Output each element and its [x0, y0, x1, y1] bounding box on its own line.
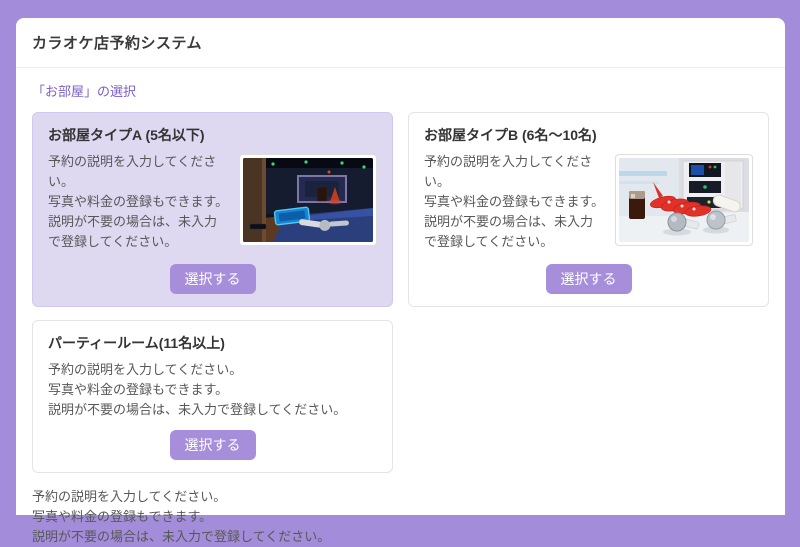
- room-card-title: パーティールーム(11名以上): [48, 333, 377, 353]
- room-cards-row-2: パーティールーム(11名以上) 予約の説明を入力してください。 写真や料金の登録…: [32, 320, 769, 473]
- page-title: カラオケ店予約システム: [32, 32, 202, 53]
- room-card-title: お部屋タイプA (5名以下): [48, 125, 377, 145]
- room-cards-row-1: お部屋タイプA (5名以下): [32, 112, 769, 307]
- page-background: { "app": { "title": "カラオケ店予約システム" }, "se…: [0, 0, 800, 515]
- room-selection-heading: 「お部屋」の選択: [32, 81, 769, 100]
- karaoke-room-photo: [243, 158, 373, 242]
- app-header: カラオケ店予約システム: [16, 18, 785, 68]
- room-b-photo-frame: [615, 154, 753, 246]
- select-room-b-button[interactable]: 選択する: [546, 264, 632, 294]
- karaoke-mics-photo: [619, 158, 749, 242]
- room-card-title: お部屋タイプB (6名〜10名): [424, 125, 753, 145]
- content-area: 「お部屋」の選択 お部屋タイプA (5名以下): [16, 68, 785, 547]
- main-panel: カラオケ店予約システム 「お部屋」の選択 お部屋タイプA (5名以下): [16, 18, 785, 515]
- select-party-room-button[interactable]: 選択する: [170, 430, 256, 460]
- room-card-type-b: お部屋タイプB (6名〜10名): [408, 112, 769, 307]
- button-row: 選択する: [48, 254, 377, 294]
- button-row: 選択する: [424, 254, 753, 294]
- select-room-a-button[interactable]: 選択する: [170, 264, 256, 294]
- room-card-description: 予約の説明を入力してください。 写真や料金の登録もできます。 説明が不要の場合は…: [48, 360, 377, 420]
- room-card-party: パーティールーム(11名以上) 予約の説明を入力してください。 写真や料金の登録…: [32, 320, 393, 473]
- room-a-photo-frame: [239, 154, 377, 246]
- room-card-type-a: お部屋タイプA (5名以下): [32, 112, 393, 307]
- button-row: 選択する: [48, 420, 377, 460]
- reservation-help-note: 予約の説明を入力してください。 写真や料金の登録もできます。 説明が不要の場合は…: [32, 487, 769, 547]
